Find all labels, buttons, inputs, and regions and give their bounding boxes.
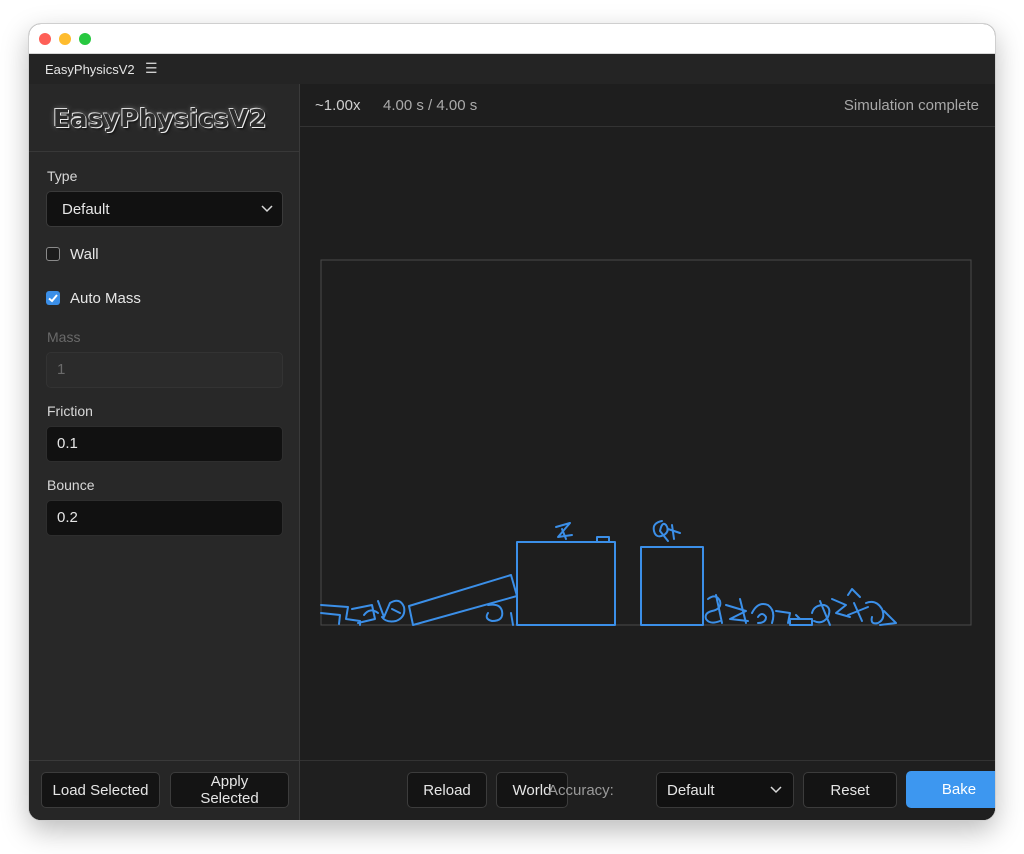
bounce-field[interactable]: 0.2 — [46, 500, 283, 536]
app-logo: EasyPhysicsV2 — [53, 104, 267, 133]
bake-button[interactable]: Bake — [906, 771, 995, 808]
zoom-window-button[interactable] — [79, 33, 91, 45]
checkmark-icon — [48, 294, 58, 303]
physics-body — [377, 599, 406, 623]
mass-field: 1 — [46, 352, 283, 388]
physics-body — [667, 524, 681, 540]
physics-body — [865, 600, 885, 625]
physics-body — [652, 520, 669, 542]
simulation-scene — [320, 259, 972, 626]
app-title: EasyPhysicsV2 — [45, 62, 135, 77]
simulation-canvas[interactable] — [300, 127, 995, 759]
app-window: EasyPhysicsV2 ☰ EasyPhysicsV2 Type Defau… — [29, 24, 995, 820]
bounce-label: Bounce — [47, 477, 95, 493]
viewport-panel: ~1.00x 4.00 s / 4.00 s Simulation comple… — [300, 84, 995, 820]
type-select-value: Default — [62, 201, 110, 218]
load-selected-button[interactable]: Load Selected — [41, 772, 160, 808]
playback-speed: ~1.00x — [315, 97, 361, 114]
apply-selected-button[interactable]: Apply Selected — [170, 772, 289, 808]
reset-button[interactable]: Reset — [803, 772, 897, 808]
window-titlebar — [29, 24, 995, 54]
friction-field[interactable]: 0.1 — [46, 426, 283, 462]
chevron-down-icon — [770, 786, 782, 794]
physics-body — [789, 618, 813, 626]
physics-body — [847, 602, 869, 622]
chevron-down-icon — [261, 205, 273, 213]
sidebar-footer: Load Selected Apply Selected — [29, 760, 299, 820]
accuracy-select[interactable]: Default — [656, 772, 794, 808]
wall-label: Wall — [70, 246, 99, 263]
physics-body — [775, 610, 791, 624]
accuracy-select-value: Default — [667, 782, 715, 799]
accuracy-label: Accuracy: — [548, 782, 614, 799]
minimize-window-button[interactable] — [59, 33, 71, 45]
physics-body — [596, 536, 610, 543]
menu-icon[interactable]: ☰ — [145, 60, 158, 77]
auto-mass-checkbox[interactable] — [46, 291, 60, 305]
properties-sidebar: EasyPhysicsV2 Type Default Wall Auto Mas… — [29, 84, 300, 820]
auto-mass-label: Auto Mass — [70, 290, 141, 307]
wall-checkbox[interactable] — [46, 247, 60, 261]
type-select[interactable]: Default — [46, 191, 283, 227]
type-label: Type — [47, 168, 78, 184]
bottom-toolbar: Reload World Accuracy: Default Reset Bak… — [300, 760, 995, 820]
world-bounds — [320, 259, 972, 626]
physics-body — [363, 609, 379, 616]
friction-label: Friction — [47, 403, 93, 419]
logo-divider — [29, 151, 299, 152]
physics-body — [510, 612, 514, 626]
physics-body — [485, 603, 504, 622]
reload-button[interactable]: Reload — [407, 772, 487, 808]
simulation-time: 4.00 s / 4.00 s — [383, 97, 478, 114]
physics-bodies — [320, 520, 897, 626]
close-window-button[interactable] — [39, 33, 51, 45]
physics-body — [516, 541, 616, 626]
physics-body — [391, 608, 401, 614]
physics-body — [640, 546, 704, 626]
mass-label: Mass — [47, 329, 81, 345]
physics-body — [847, 588, 861, 598]
physics-body — [757, 613, 767, 624]
app-header: EasyPhysicsV2 ☰ — [29, 54, 995, 85]
viewport-status-bar: ~1.00x 4.00 s / 4.00 s Simulation comple… — [300, 84, 995, 127]
physics-body — [320, 612, 341, 625]
simulation-status: Simulation complete — [843, 97, 979, 114]
